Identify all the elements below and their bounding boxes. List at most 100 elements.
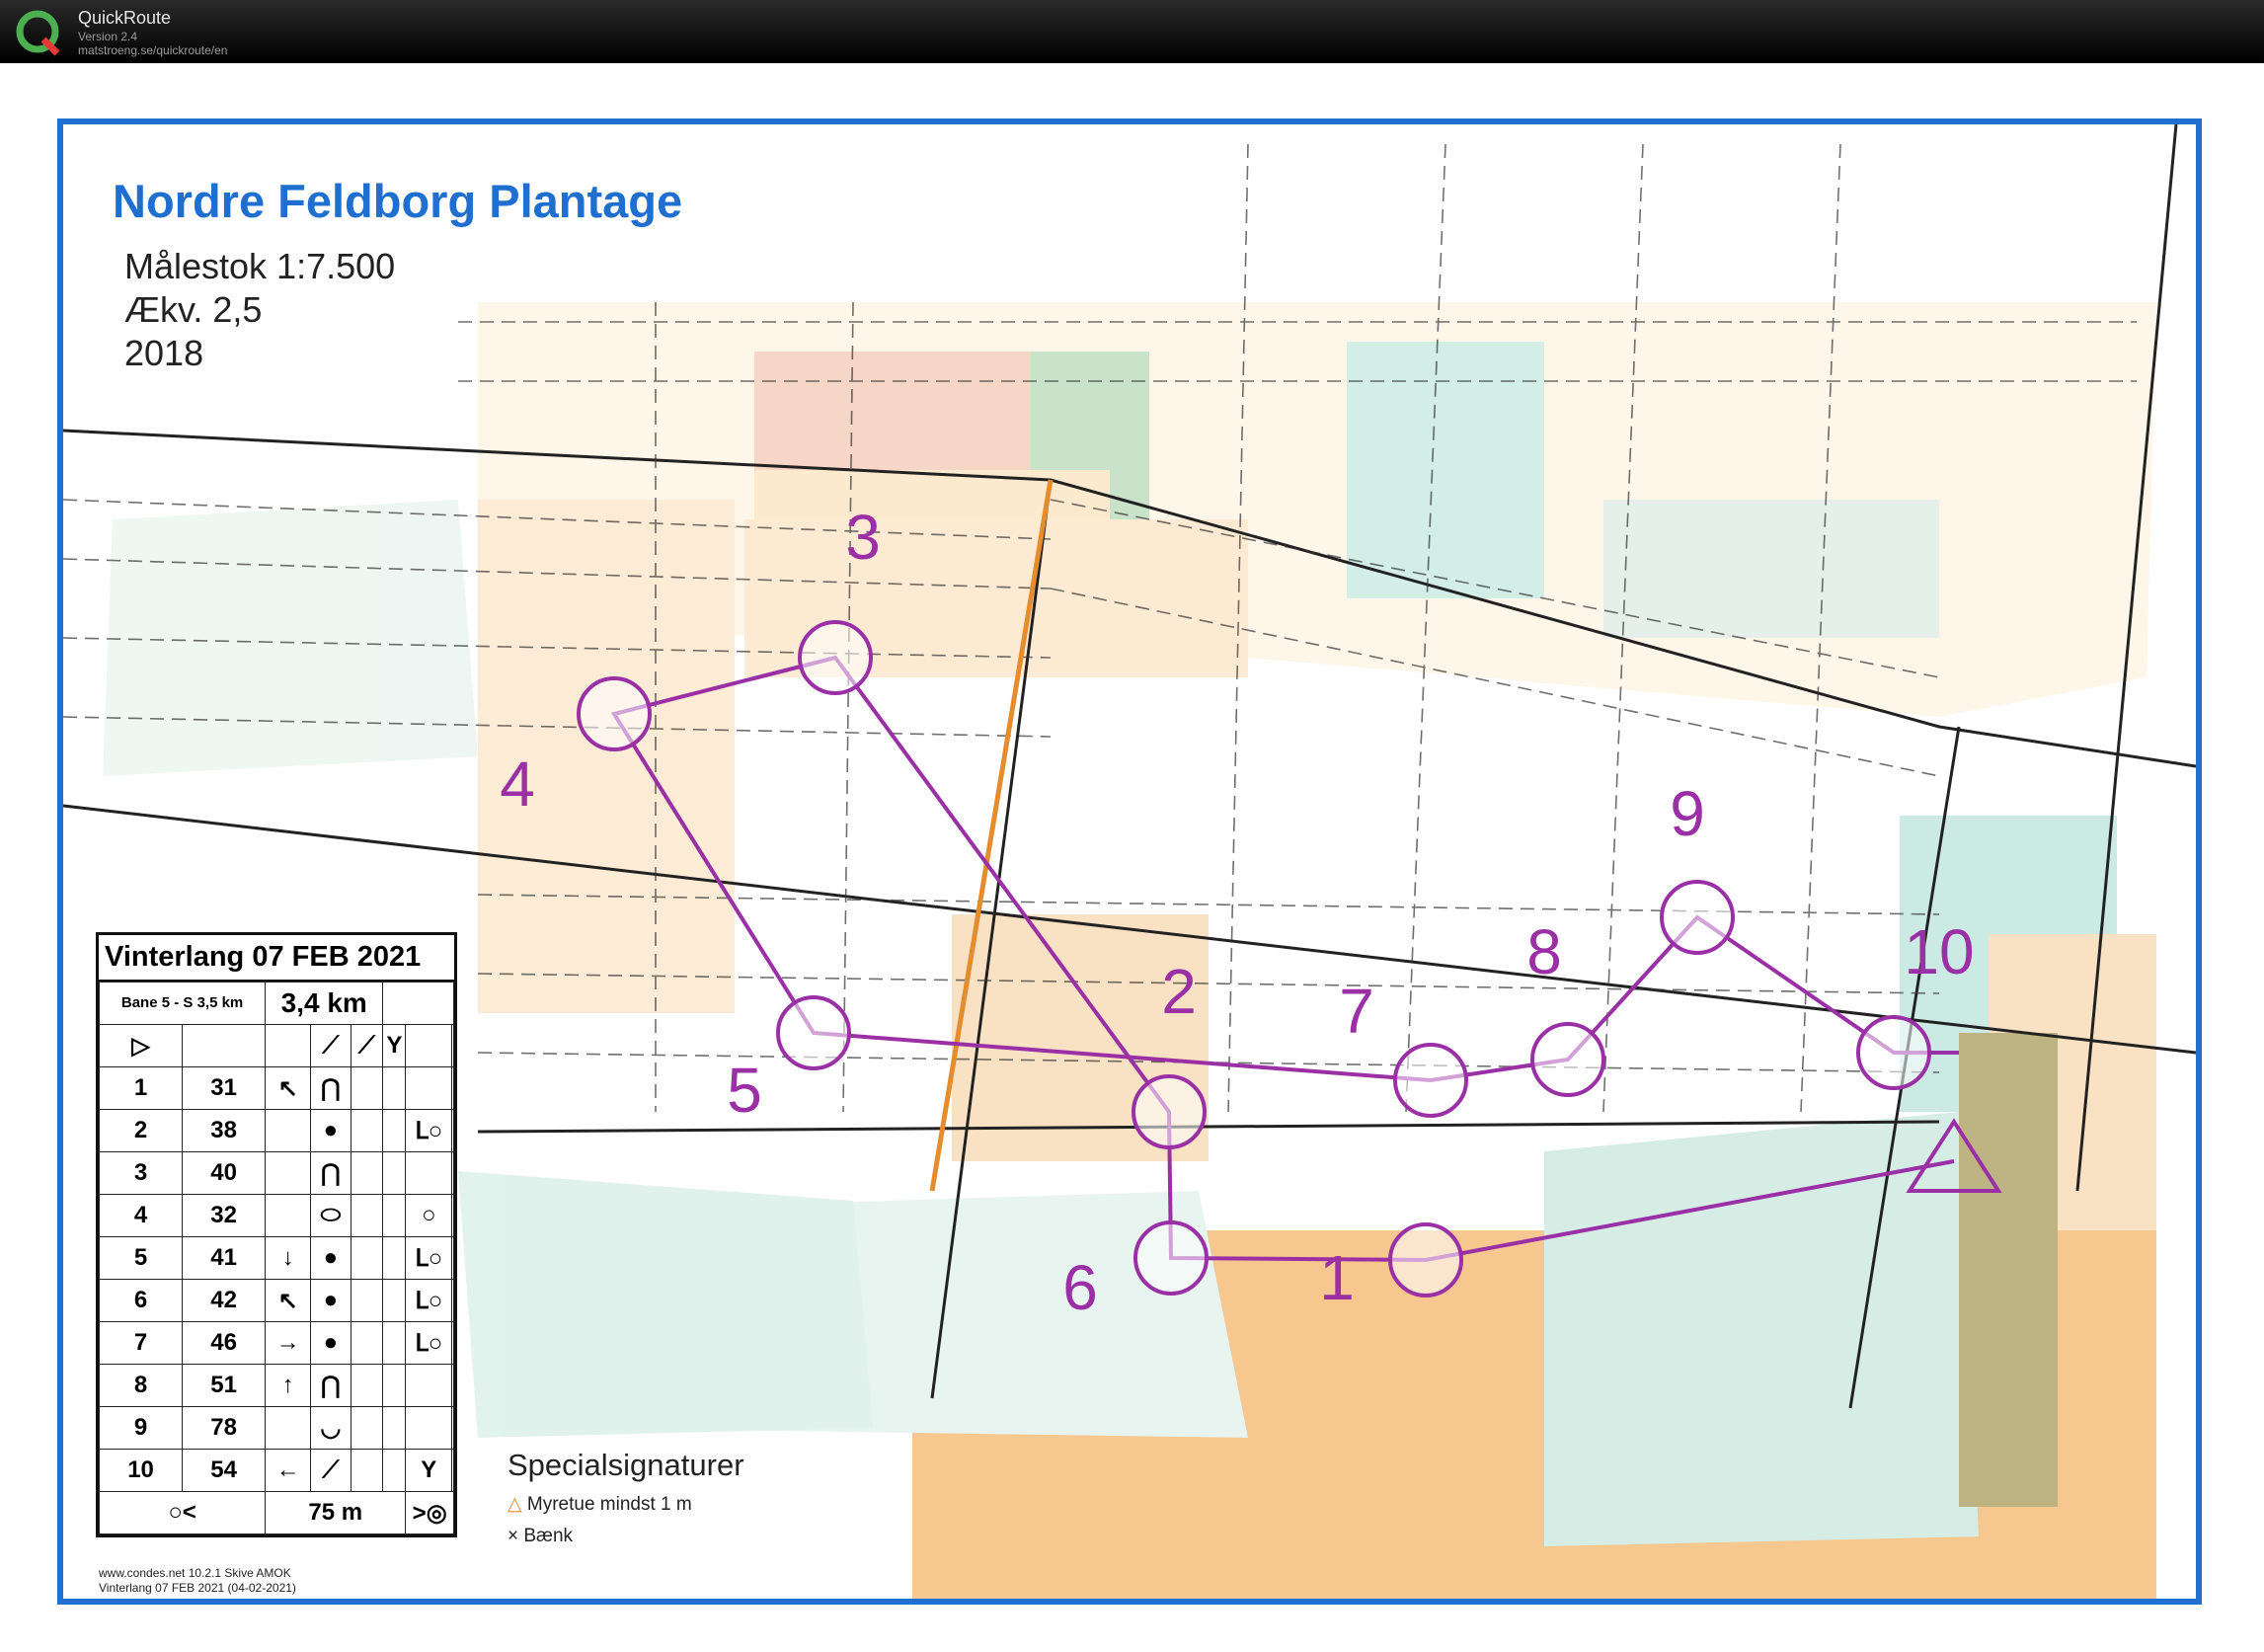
control-number: 9 xyxy=(98,1406,184,1450)
control-circle xyxy=(798,620,873,695)
legend-row: 6 42 ↖ ● ᒪ○ xyxy=(98,1279,454,1322)
control-circle xyxy=(776,995,851,1070)
control-feature: ● xyxy=(310,1236,351,1280)
control-circle xyxy=(1856,1015,1931,1090)
control-position: ᒪ○ xyxy=(405,1321,453,1365)
footer-line-1: www.condes.net 10.2.1 Skive AMOK xyxy=(99,1566,291,1580)
control-direction: ↑ xyxy=(265,1364,312,1407)
legend-row: 8 51 ↑ ⋂ xyxy=(98,1364,454,1407)
control-number: 3 xyxy=(98,1151,184,1195)
legend-course-length: 3,4 km xyxy=(265,982,384,1025)
control-position xyxy=(405,1364,453,1407)
app-url[interactable]: matstroeng.se/quickroute/en xyxy=(78,43,227,57)
control-code: 51 xyxy=(182,1364,267,1407)
control-label: 7 xyxy=(1339,976,1374,1047)
control-number: 1 xyxy=(98,1066,184,1110)
legend-row: 10 54 ← ⟋ Y xyxy=(98,1449,454,1492)
control-position: ᒪ○ xyxy=(405,1236,453,1280)
control-label: 6 xyxy=(1062,1252,1098,1323)
control-code: 32 xyxy=(182,1194,267,1237)
map-footer: www.condes.net 10.2.1 Skive AMOK Vinterl… xyxy=(99,1566,296,1596)
control-number: 7 xyxy=(98,1321,184,1365)
control-code: 41 xyxy=(182,1236,267,1280)
orienteering-map[interactable]: 1 2 3 4 5 6 7 8 9 10 Nordre Feldborg Plantage Mål… xyxy=(57,118,2202,1605)
control-direction xyxy=(265,1151,312,1195)
control-direction: ← xyxy=(265,1449,312,1492)
special-item-anthill: △ Myretue mindst 1 m xyxy=(507,1494,692,1515)
control-number: 10 xyxy=(98,1449,184,1492)
control-label: 4 xyxy=(500,748,535,820)
control-label: 10 xyxy=(1904,916,1974,987)
bench-icon: × xyxy=(507,1526,524,1546)
control-description-sheet: Vinterlang 07 FEB 2021 Bane 5 - S 3,5 km… xyxy=(96,932,457,1537)
app-version: Version 2.4 xyxy=(78,30,138,43)
anthill-icon: △ xyxy=(507,1494,527,1515)
control-position xyxy=(405,1151,453,1195)
control-circle xyxy=(1388,1222,1463,1298)
control-feature: ⟋ xyxy=(310,1449,351,1492)
control-direction xyxy=(265,1109,312,1152)
legend-header-row: Bane 5 - S 3,5 km 3,4 km xyxy=(98,982,454,1025)
control-feature: ⬭ xyxy=(310,1194,351,1237)
control-position: ᒪ○ xyxy=(405,1279,453,1322)
control-direction xyxy=(265,1194,312,1237)
control-position xyxy=(405,1406,453,1450)
control-direction: ↓ xyxy=(265,1236,312,1280)
control-label: 2 xyxy=(1161,956,1197,1027)
special-symbols: Specialsignaturer △ Myretue mindst 1 m ×… xyxy=(507,1448,922,1547)
control-code: 46 xyxy=(182,1321,267,1365)
control-label: 9 xyxy=(1670,778,1705,849)
control-label: 8 xyxy=(1526,916,1562,987)
special-item-bench: × Bænk xyxy=(507,1526,574,1546)
control-code: 42 xyxy=(182,1279,267,1322)
footer-line-2: Vinterlang 07 FEB 2021 (04-02-2021) xyxy=(99,1581,296,1595)
legend-row: 5 41 ↓ ● ᒪ○ xyxy=(98,1236,454,1280)
control-circle xyxy=(1660,880,1735,955)
legend-title: Vinterlang 07 FEB 2021 xyxy=(99,935,454,982)
control-code: 38 xyxy=(182,1109,267,1152)
legend-row: 9 78 ◡ xyxy=(98,1406,454,1450)
control-position: ○ xyxy=(405,1194,453,1237)
quickroute-logo-icon xyxy=(16,10,60,56)
map-scale: Målestok 1:7.500 xyxy=(124,246,396,286)
control-circle xyxy=(577,676,652,751)
control-direction: → xyxy=(265,1321,312,1365)
control-description-table: Bane 5 - S 3,5 km 3,4 km ▷ ⟋ ⟋ Y 1 31 ↖ ⋂ 2 38 ●… xyxy=(98,982,454,1534)
title-bar: QuickRoute Version 2.4 matstroeng.se/qui… xyxy=(0,0,2264,63)
legend-finish-row: ○< 75 m >◎ xyxy=(98,1491,454,1534)
control-feature: ⋂ xyxy=(310,1066,351,1110)
special-title: Specialsignaturer xyxy=(507,1448,744,1482)
legend-row: 3 40 ⋂ xyxy=(98,1151,454,1195)
legend-row: 1 31 ↖ ⋂ xyxy=(98,1066,454,1110)
control-code: 78 xyxy=(182,1406,267,1450)
control-number: 6 xyxy=(98,1279,184,1322)
finish-distance: 75 m xyxy=(265,1491,407,1534)
control-feature: ● xyxy=(310,1321,351,1365)
control-feature: ⋂ xyxy=(310,1151,351,1195)
control-label: 5 xyxy=(727,1055,762,1126)
control-circle xyxy=(1530,1022,1605,1097)
finish-start-icon: ○< xyxy=(98,1491,267,1534)
control-code: 40 xyxy=(182,1151,267,1195)
control-label: 1 xyxy=(1319,1242,1355,1313)
control-position xyxy=(405,1066,453,1110)
control-circle xyxy=(1132,1074,1207,1149)
control-circle xyxy=(1393,1043,1468,1118)
control-number: 8 xyxy=(98,1364,184,1407)
control-position: ᒪ○ xyxy=(405,1109,453,1152)
legend-start-row: ▷ ⟋ ⟋ Y xyxy=(98,1024,454,1067)
start-symbol-icon: ▷ xyxy=(98,1024,184,1067)
legend-course-name: Bane 5 - S 3,5 km xyxy=(98,982,267,1025)
finish-icon: >◎ xyxy=(405,1491,454,1534)
control-number: 2 xyxy=(98,1109,184,1152)
control-number: 4 xyxy=(98,1194,184,1237)
control-direction xyxy=(265,1406,312,1450)
app-title: QuickRoute xyxy=(78,8,172,28)
control-circle xyxy=(1133,1220,1209,1296)
map-year: 2018 xyxy=(124,333,204,373)
control-position: Y xyxy=(405,1449,453,1492)
control-number: 5 xyxy=(98,1236,184,1280)
map-equidistance: Ækv. 2,5 xyxy=(124,289,263,330)
control-feature: ⋂ xyxy=(310,1364,351,1407)
legend-row: 4 32 ⬭ ○ xyxy=(98,1194,454,1237)
